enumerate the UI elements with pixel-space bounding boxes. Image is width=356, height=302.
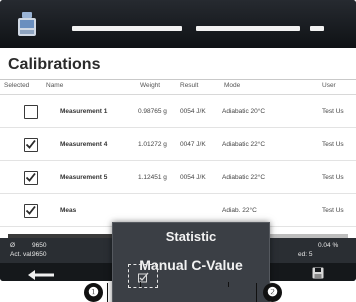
cell-result: 0054 J/K [180,174,206,181]
column-header-result[interactable]: Result [180,82,198,89]
cell-user: Test Us [322,174,344,181]
actual-value-label: Act. val. [10,251,34,258]
edit-button[interactable] [128,264,158,288]
save-icon [312,267,324,279]
deviation-value: 0.04 % [318,242,339,249]
context-menu: Statistic Manual C-Value [112,222,270,302]
divider [0,94,356,95]
menu-item-statistic[interactable]: Statistic [113,229,269,244]
callout-marker-2: ❷ [263,283,282,302]
table-row[interactable]: Measurement 5 1.12451 g 0054 J/K Adiabat… [0,162,356,194]
column-header-name[interactable]: Name [46,82,63,89]
callout-tick [140,282,141,287]
average-value: 9650 [32,242,47,249]
progress-segment [310,26,324,31]
cell-user: Test Us [322,108,344,115]
cell-user: Test Us [322,207,344,214]
cell-mode: Adiab. 22°C [222,207,257,214]
row-checkbox[interactable] [24,204,38,218]
edit-checkbox-icon [138,270,149,283]
actual-value: 9650 [32,251,47,258]
table-header: Selected Name Weight Result Mode User [0,82,356,94]
callout-tick [228,282,229,287]
row-checkbox[interactable] [24,171,38,185]
column-header-user[interactable]: User [322,82,336,89]
cell-weight: 1.01272 g [138,141,167,148]
cell-result: 0054 J/K [180,108,206,115]
cell-mode: Adiabatic 20°C [222,108,266,115]
progress-segment [72,26,182,31]
header-bar [0,0,356,48]
cell-result: 0047 J/K [180,141,206,148]
column-header-weight[interactable]: Weight [140,82,160,89]
callout-line [256,283,257,302]
divider [0,79,356,80]
row-checkbox[interactable] [24,105,38,119]
checkmark-icon [25,172,36,182]
cell-name: Measurement 4 [60,141,108,148]
save-button[interactable] [312,266,324,279]
column-header-mode[interactable]: Mode [224,82,240,89]
cell-weight: 1.12451 g [138,174,167,181]
checkmark-icon [25,205,36,215]
table-row[interactable]: Measurement 1 0.98765 g 0054 J/K Adiabat… [0,96,356,128]
back-arrow-icon [28,270,54,280]
callout-marker-1: ❶ [84,283,103,302]
cell-name: Meas [60,207,77,214]
weighing-scale-icon [12,9,42,39]
table-row[interactable]: Measurement 4 1.01272 g 0047 J/K Adiabat… [0,129,356,161]
checkmark-icon [25,139,36,149]
average-label: Ø [10,242,16,249]
callout-line [107,283,108,302]
cell-user: Test Us [322,141,344,148]
cell-weight: 0.98765 g [138,108,167,115]
cell-name: Measurement 1 [60,108,108,115]
progress-segment [196,26,300,31]
cell-mode: Adiabatic 22°C [222,174,266,181]
page-title: Calibrations [8,56,101,73]
row-checkbox[interactable] [24,138,38,152]
cell-mode: Adiabatic 22°C [222,141,266,148]
cell-name: Measurement 5 [60,174,108,181]
column-header-selected[interactable]: Selected [4,82,29,89]
count-label: ed: 5 [298,251,313,258]
back-button[interactable] [28,267,54,280]
